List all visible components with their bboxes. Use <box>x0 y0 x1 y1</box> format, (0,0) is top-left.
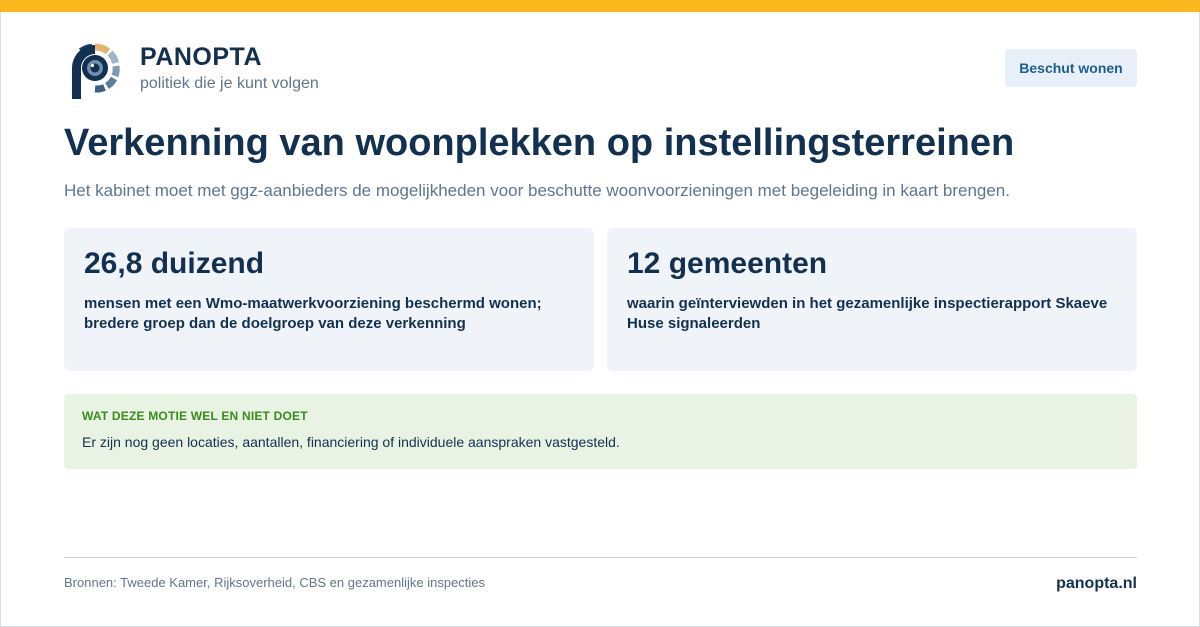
eye-logo-icon <box>72 43 120 99</box>
sources-text: Bronnen: Tweede Kamer, Rijksoverheid, CB… <box>64 575 486 590</box>
brand-name: PANOPTA <box>140 43 263 71</box>
page-subtitle: Het kabinet moet met ggz-aanbieders de m… <box>64 181 1010 200</box>
footer-divider <box>64 557 1137 558</box>
site-link[interactable]: panopta.nl <box>1056 575 1137 593</box>
stat-card-residents: 26,8 duizend mensen met een Wmo-maatwerk… <box>64 228 594 371</box>
stat-description: waarin geïnterviewden in het gezamenlijk… <box>627 295 1108 332</box>
brand-tagline: politiek die je kunt volgen <box>140 75 319 92</box>
topic-tag-button[interactable]: Beschut wonen <box>1005 49 1137 87</box>
page-title: Verkenning van woonplekken op instelling… <box>64 122 1015 164</box>
stat-value: 12 gemeenten <box>627 247 828 280</box>
motion-note-box: WAT DEZE MOTIE WEL EN NIET DOET Er zijn … <box>64 394 1137 469</box>
note-title: WAT DEZE MOTIE WEL EN NIET DOET <box>82 409 308 423</box>
stat-description: mensen met een Wmo-maatwerkvoorziening b… <box>84 295 542 332</box>
note-text: Er zijn nog geen locaties, aantallen, fi… <box>82 434 620 450</box>
stat-card-municipalities: 12 gemeenten waarin geïnterviewden in he… <box>607 228 1137 371</box>
stat-value: 26,8 duizend <box>84 247 265 280</box>
accent-top-bar <box>0 0 1200 12</box>
